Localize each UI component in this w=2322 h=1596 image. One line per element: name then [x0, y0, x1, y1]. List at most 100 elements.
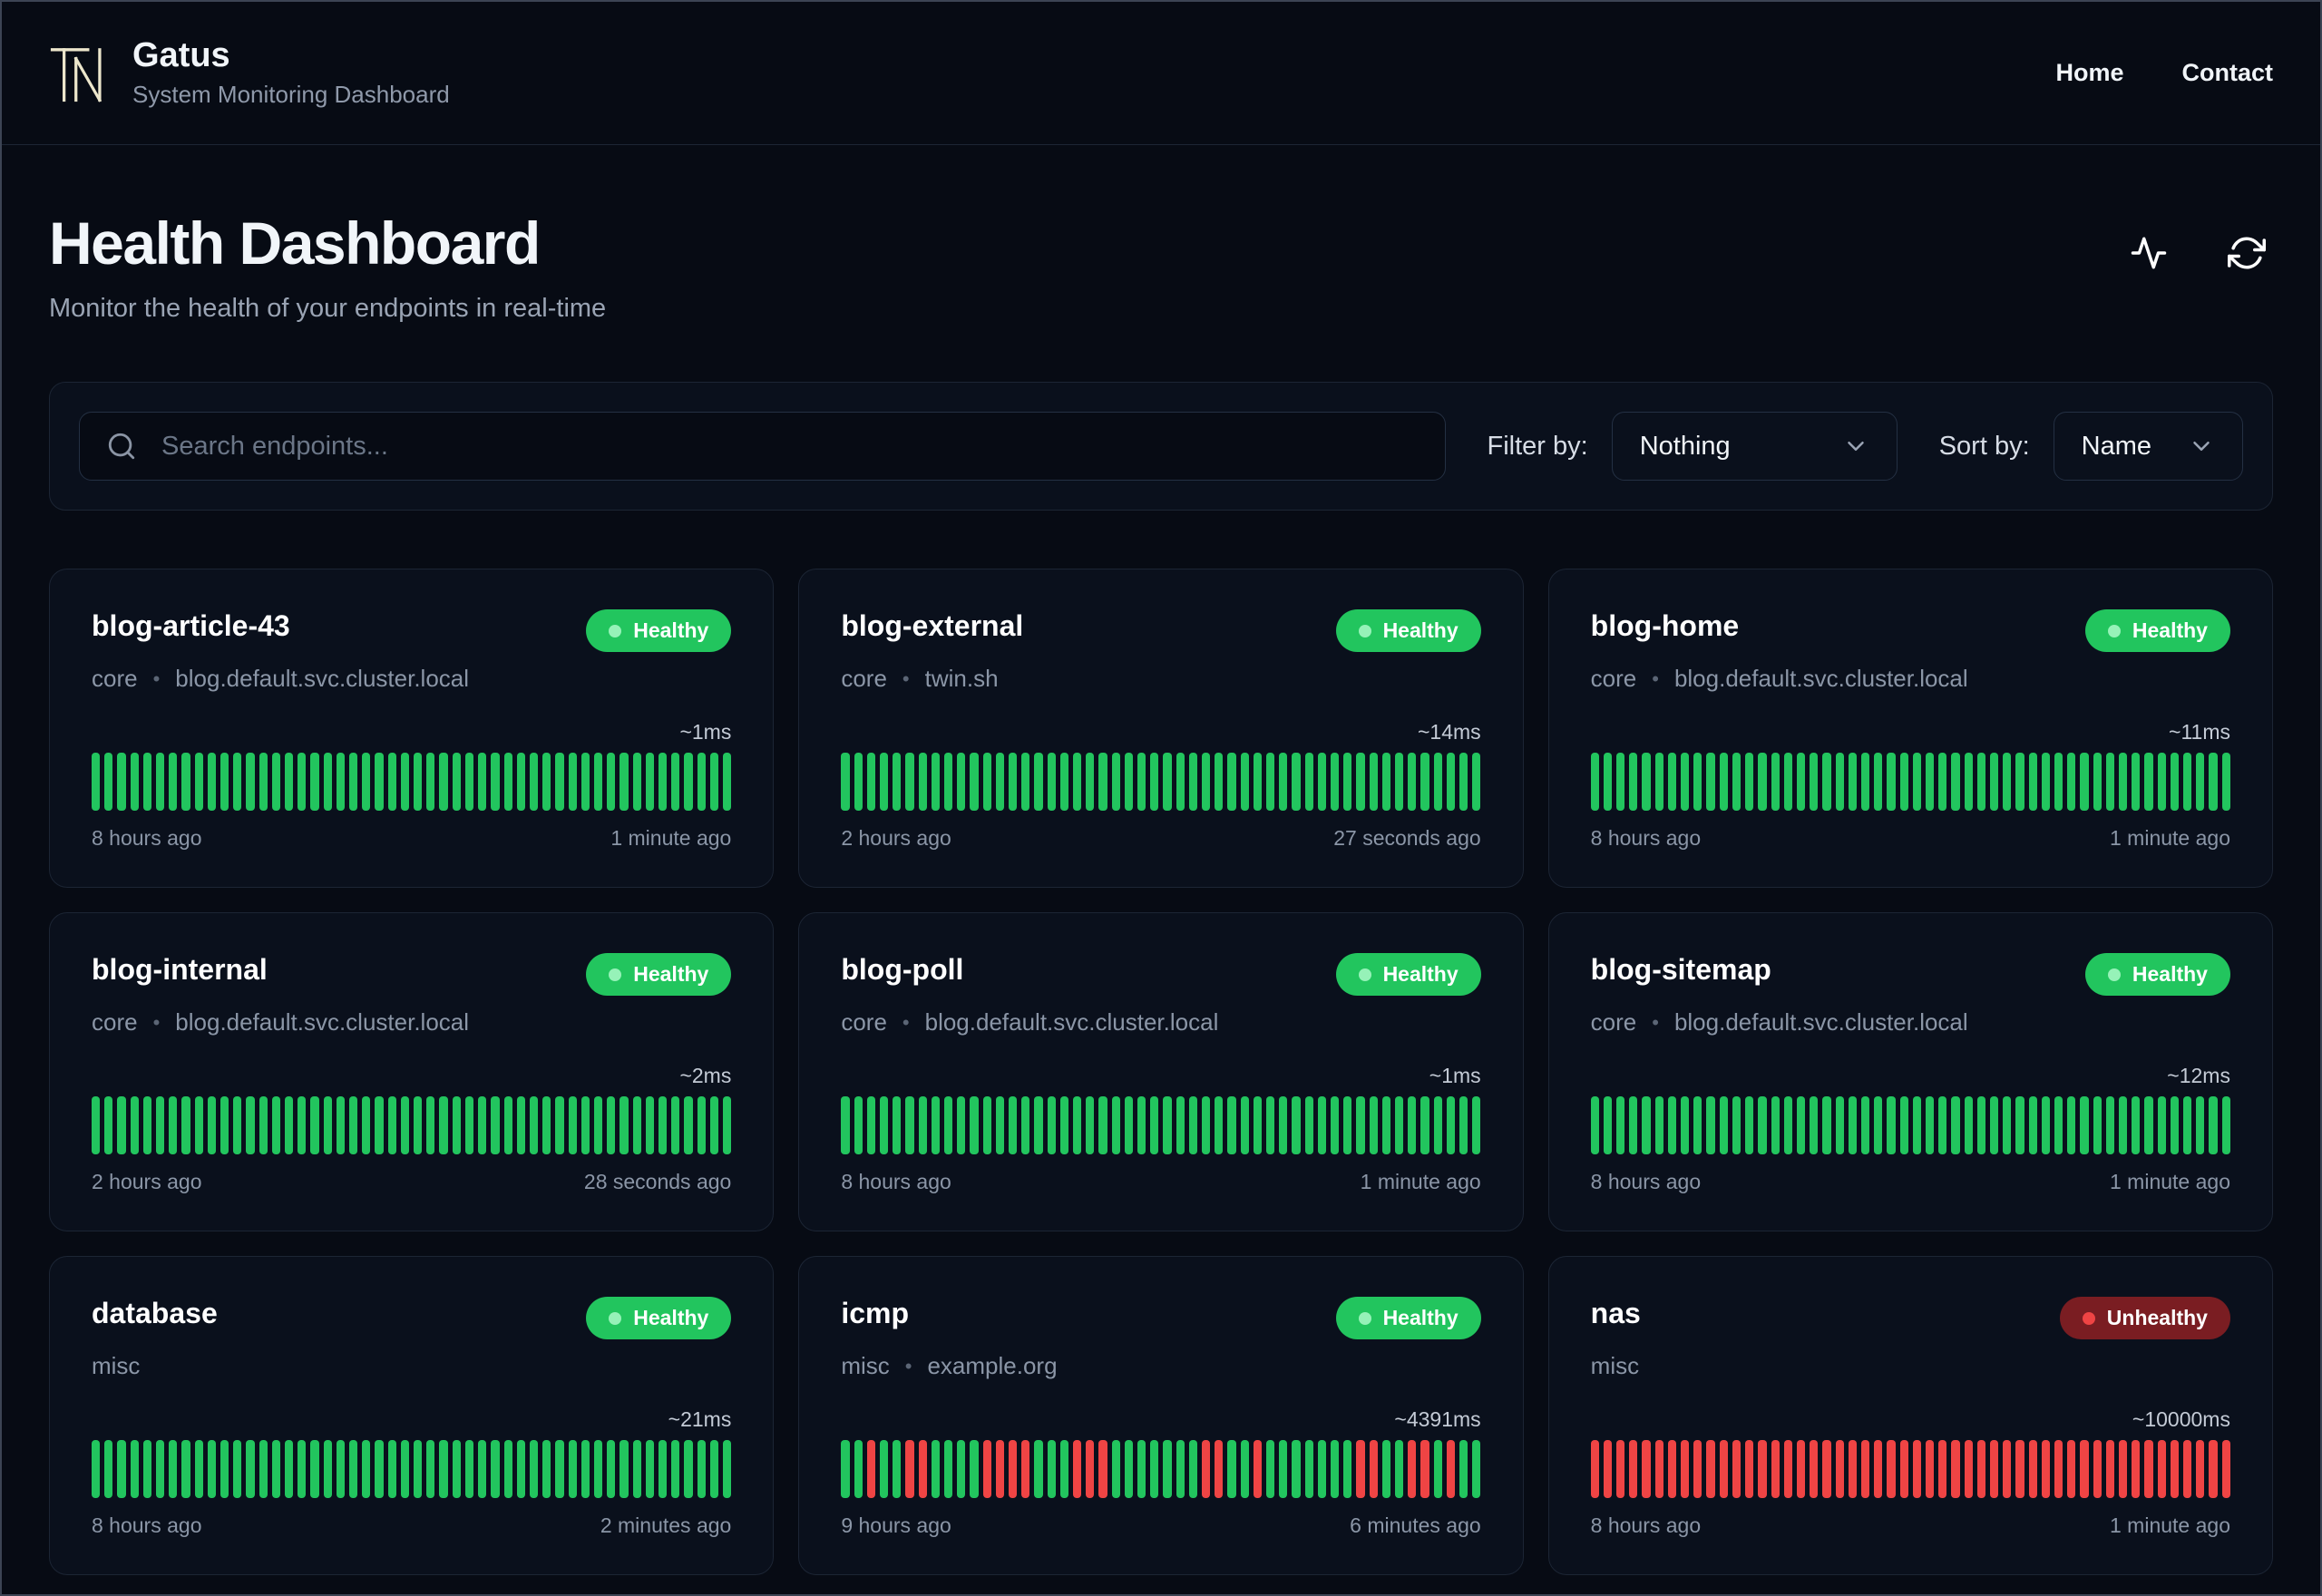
response-bar: [866, 1096, 875, 1154]
response-bar: [1758, 1096, 1767, 1154]
response-bar: [1072, 753, 1082, 811]
response-bar: [298, 1096, 307, 1154]
refresh-icon[interactable]: [2228, 234, 2266, 272]
response-bar: [1899, 1440, 1908, 1498]
endpoint-card[interactable]: blog-sitemap Healthy core • blog.default…: [1547, 912, 2273, 1231]
response-bar: [709, 753, 718, 811]
last-check-time: 1 minute ago: [2110, 1170, 2230, 1193]
response-bar: [104, 1096, 113, 1154]
search-input[interactable]: [79, 412, 1446, 481]
response-bar: [1719, 1440, 1728, 1498]
response-bar: [1331, 1096, 1340, 1154]
response-bar: [452, 753, 461, 811]
response-bar: [130, 753, 139, 811]
response-bars: [1590, 1096, 2230, 1154]
endpoint-card[interactable]: blog-home Healthy core • blog.default.sv…: [1547, 569, 2273, 888]
response-bars: [1590, 753, 2230, 811]
response-bar: [1317, 1440, 1327, 1498]
first-check-time: 8 hours ago: [92, 826, 202, 850]
response-bar: [2093, 753, 2102, 811]
status-label: Healthy: [633, 962, 709, 986]
response-bar: [1433, 1096, 1442, 1154]
status-badge: Healthy: [1335, 1297, 1481, 1339]
response-bar: [414, 1440, 423, 1498]
response-bars: [1590, 1440, 2230, 1498]
meta-separator: •: [902, 1010, 910, 1034]
card-footer: 9 hours ago 6 minutes ago: [841, 1513, 1480, 1538]
endpoint-card[interactable]: nas Unhealthy misc ~10000ms 8 hours ago …: [1547, 1256, 2273, 1575]
activity-pulse-icon[interactable]: [2130, 234, 2168, 272]
response-bar: [607, 753, 616, 811]
response-bar: [104, 1440, 113, 1498]
endpoint-meta: misc • example.org: [841, 1352, 1480, 1380]
card-header: database Healthy: [92, 1297, 732, 1339]
response-bar: [246, 753, 255, 811]
response-bar: [478, 1096, 487, 1154]
response-bar: [1796, 1440, 1806, 1498]
response-bar: [156, 753, 165, 811]
response-bar: [841, 1440, 850, 1498]
endpoint-card[interactable]: blog-article-43 Healthy core • blog.defa…: [49, 569, 775, 888]
filter-select[interactable]: Nothing: [1611, 412, 1898, 481]
response-bar: [1989, 753, 1999, 811]
response-bar: [298, 1440, 307, 1498]
nav-link-home[interactable]: Home: [2055, 59, 2123, 87]
response-bar: [1343, 753, 1352, 811]
last-check-time: 2 minutes ago: [600, 1513, 732, 1537]
response-bar: [1215, 1096, 1224, 1154]
response-bar: [1202, 1440, 1211, 1498]
response-bar: [233, 753, 242, 811]
response-bar: [2041, 753, 2050, 811]
response-bar: [1629, 1096, 1638, 1154]
page-title: Health Dashboard: [49, 209, 541, 277]
filter-control: Filter by: Nothing: [1488, 412, 1898, 481]
response-bar: [593, 753, 603, 811]
status-dot-icon: [609, 1311, 622, 1325]
response-bar: [2041, 1096, 2050, 1154]
endpoint-group: misc: [841, 1352, 890, 1379]
response-bar: [117, 753, 126, 811]
response-bar: [464, 1096, 474, 1154]
endpoint-card[interactable]: blog-poll Healthy core • blog.default.sv…: [798, 912, 1524, 1231]
response-bar: [503, 1440, 512, 1498]
response-bar: [1408, 1440, 1417, 1498]
app-header: Gatus System Monitoring Dashboard Home C…: [2, 2, 2320, 145]
card-footer: 2 hours ago 27 seconds ago: [841, 826, 1480, 851]
status-badge: Healthy: [2084, 953, 2230, 996]
response-bar: [2221, 1440, 2230, 1498]
response-bar: [2080, 1440, 2089, 1498]
response-bar: [580, 753, 590, 811]
response-bar: [1719, 1096, 1728, 1154]
endpoint-name: icmp: [841, 1297, 910, 1329]
response-bar: [2028, 753, 2037, 811]
response-bar: [620, 753, 629, 811]
response-bar: [400, 1440, 410, 1498]
response-bar: [2118, 1440, 2128, 1498]
nav-link-contact[interactable]: Contact: [2182, 59, 2274, 87]
response-bar: [2157, 1096, 2166, 1154]
endpoint-card[interactable]: database Healthy misc ~21ms 8 hours ago …: [49, 1256, 775, 1575]
last-check-time: 1 minute ago: [2110, 826, 2230, 850]
response-bar: [1137, 753, 1146, 811]
chevron-down-icon: [2193, 442, 2210, 451]
response-bar: [2028, 1440, 2037, 1498]
response-bar: [1616, 1096, 1625, 1154]
response-bar: [298, 753, 307, 811]
response-bar: [220, 753, 229, 811]
response-bar: [2196, 1440, 2205, 1498]
sort-select[interactable]: Name: [2053, 412, 2243, 481]
response-bar: [632, 1096, 641, 1154]
status-label: Healthy: [2132, 962, 2208, 986]
endpoint-card[interactable]: blog-internal Healthy core • blog.defaul…: [49, 912, 775, 1231]
response-bar: [1381, 753, 1391, 811]
meta-separator: •: [152, 667, 161, 690]
response-bar: [414, 753, 423, 811]
response-bar: [2118, 1096, 2128, 1154]
response-bar: [658, 753, 668, 811]
response-bar: [1642, 1440, 1651, 1498]
endpoint-card[interactable]: icmp Healthy misc • example.org ~4391ms …: [798, 1256, 1524, 1575]
response-bar: [1098, 1440, 1107, 1498]
response-bar: [1188, 753, 1198, 811]
response-bar: [1227, 753, 1236, 811]
endpoint-card[interactable]: blog-external Healthy core • twin.sh ~14…: [798, 569, 1524, 888]
